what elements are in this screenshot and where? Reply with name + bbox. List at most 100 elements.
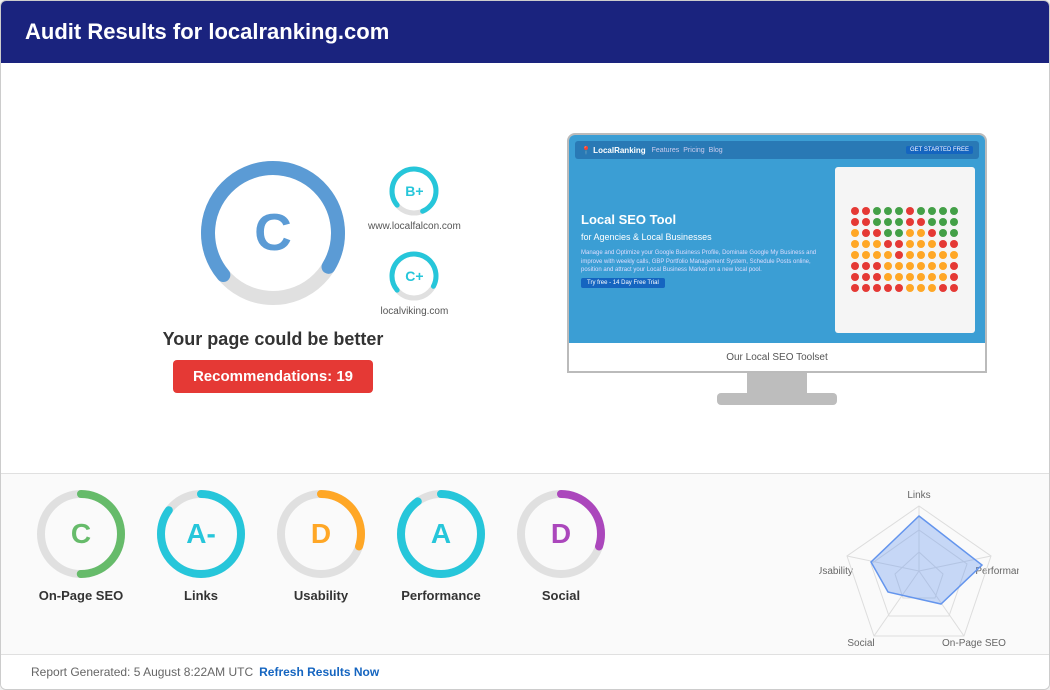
grid-dot [851,240,859,248]
grid-dot [928,218,936,226]
grid-dot [928,273,936,281]
screen-cta-btn: Try free - 14 Day Free Trial [581,278,665,288]
monitor: 📍 LocalRanking Features Pricing Blog GET… [567,133,987,413]
metric-item-links: A- Links [151,484,251,603]
grid-dot [950,284,958,292]
grid-dot [950,229,958,237]
grid-dot [873,273,881,281]
competitor-2: C+ localviking.com [368,248,461,317]
grid-dot [939,240,947,248]
grid-dot [939,251,947,259]
monitor-stand-neck [747,373,807,393]
metrics-row: C On-Page SEO A- Links D Usability A Per… [31,484,819,603]
grid-dot [884,218,892,226]
screen-inner: 📍 LocalRanking Features Pricing Blog GET… [569,135,985,343]
svg-text:Usability: Usability [819,566,853,577]
grid-dot [917,207,925,215]
competitor-2-url: localviking.com [381,306,449,317]
metric-item-on-page-seo: C On-Page SEO [31,484,131,603]
grid-dot [862,262,870,270]
navbar-cta-btn: GET STARTED FREE [906,146,973,154]
grid-dot [928,229,936,237]
radar-chart: Links Performance On-Page SEO Social Usa… [819,484,1019,654]
refresh-results-button[interactable]: Refresh Results Now [259,665,379,679]
metric-item-performance: A Performance [391,484,491,603]
metric-circle-1: A- [151,484,251,584]
navbar-logo: 📍 LocalRanking [581,146,646,155]
grid-dot [862,218,870,226]
grid-dot [873,284,881,292]
grid-dot [917,262,925,270]
footer-bar: Report Generated: 5 August 8:22AM UTC Re… [1,654,1049,689]
grid-dot [862,229,870,237]
grid-dot [873,207,881,215]
grid-dot [851,284,859,292]
grid-dot [906,218,914,226]
grid-dot [906,262,914,270]
grid-dot [895,229,903,237]
metric-label-3: Performance [401,588,480,603]
report-generated-text: Report Generated: 5 August 8:22AM UTC [31,665,253,679]
page-message: Your page could be better [163,329,384,350]
grid-dot [884,229,892,237]
page-title: Audit Results for localranking.com [25,19,389,44]
grid-dot [939,262,947,270]
grid-dot [906,273,914,281]
recommendations-badge[interactable]: Recommendations: 19 [173,360,373,393]
grid-dot [950,240,958,248]
competitor-1-grade: B+ [405,183,423,199]
metric-label-4: Social [542,588,580,603]
left-panel: C B+ www.localfalcon.com [31,83,535,463]
grid-dot [884,284,892,292]
main-window: Audit Results for localranking.com C [0,0,1050,690]
grid-dot [895,218,903,226]
svg-text:Performance: Performance [975,566,1019,577]
svg-text:On-Page SEO: On-Page SEO [942,638,1006,649]
grid-dot [928,207,936,215]
metric-label-2: Usability [294,588,348,603]
grid-dot [851,273,859,281]
metric-circle-4: D [511,484,611,584]
svg-text:Links: Links [907,490,930,501]
competitor-1-url: www.localfalcon.com [368,221,461,232]
competitor-2-grade: C+ [405,268,423,284]
grid-dot [895,284,903,292]
metric-label-1: Links [184,588,218,603]
grid-dot [939,207,947,215]
grid-dot [928,262,936,270]
main-gauge-container: C B+ www.localfalcon.com [193,153,353,313]
competitor-badges: B+ www.localfalcon.com C+ [368,163,461,317]
metric-circle-2: D [271,484,371,584]
svg-text:Social: Social [847,638,874,649]
grid-dot [862,240,870,248]
grid-dot [873,262,881,270]
radar-container: Links Performance On-Page SEO Social Usa… [819,484,1019,654]
grid-dot [884,240,892,248]
grid-dot [939,273,947,281]
grid-dot [928,251,936,259]
top-section: C B+ www.localfalcon.com [1,63,1049,473]
grid-dot [873,251,881,259]
metric-circle-0: C [31,484,131,584]
main-grade-label: C [254,203,292,263]
screen-text: Manage and Optimize your Google Business… [581,249,819,274]
grid-dot [950,251,958,259]
grid-dot [884,251,892,259]
grid-dot [917,229,925,237]
metric-grade-3: A [431,518,451,550]
grid-dot [895,273,903,281]
grid-dot [950,207,958,215]
nav-link-3: Blog [709,147,723,154]
grid-dot [950,262,958,270]
monitor-screen: 📍 LocalRanking Features Pricing Blog GET… [567,133,987,373]
metric-grade-4: D [551,518,571,550]
dot-grid [851,207,960,294]
grid-dot [939,229,947,237]
competitor-1: B+ www.localfalcon.com [368,163,461,232]
grid-dot [950,273,958,281]
grid-dot [862,284,870,292]
nav-link-2: Pricing [683,147,704,154]
grid-dot [862,273,870,281]
grid-dot [895,262,903,270]
grid-dot [928,284,936,292]
